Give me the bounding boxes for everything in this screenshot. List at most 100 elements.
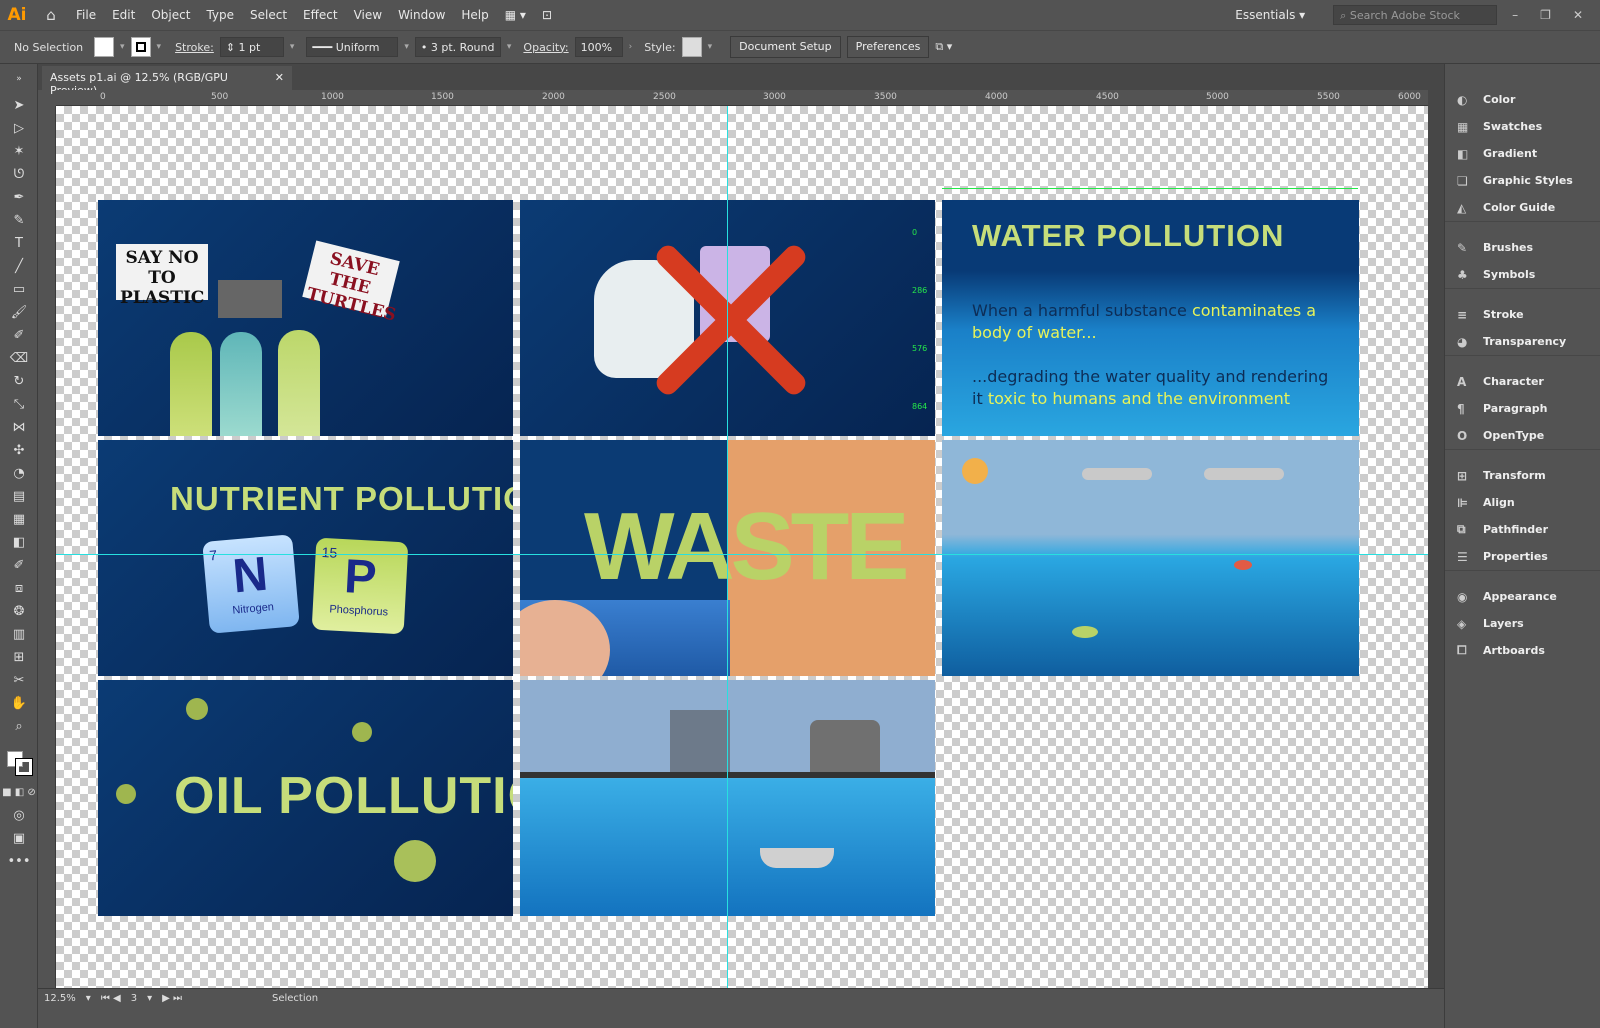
panel-character[interactable]: A Character — [1445, 368, 1600, 395]
graphic-style-swatch[interactable] — [681, 37, 702, 57]
minimize-icon[interactable]: – — [1505, 8, 1525, 22]
horizontal-guide[interactable] — [56, 554, 1428, 555]
paintbrush-tool-icon[interactable]: 🖌 — [0, 301, 38, 324]
screen-mode-icon[interactable]: ▣ — [0, 827, 38, 850]
panel-transform[interactable]: ⊞ Transform — [1445, 462, 1600, 489]
graph-tool-icon[interactable]: ▥ — [0, 623, 38, 646]
opacity-field[interactable]: 100% — [574, 37, 623, 57]
lasso-tool-icon[interactable]: ᘎ — [0, 163, 38, 186]
panel-pathfinder[interactable]: ⧉ Pathfinder — [1445, 516, 1600, 543]
rectangle-tool-icon[interactable]: ▭ — [0, 278, 38, 301]
stroke-label[interactable]: Stroke: — [175, 41, 214, 54]
panel-align[interactable]: ⊫ Align — [1445, 489, 1600, 516]
menu-select[interactable]: Select — [242, 0, 295, 30]
opacity-label[interactable]: Opacity: — [523, 41, 568, 54]
preferences-button[interactable]: Preferences — [846, 36, 930, 58]
menu-window[interactable]: Window — [390, 0, 453, 30]
artboard-protest[interactable]: SAY NO TO PLASTIC SAVE THE TURTLES — [98, 200, 513, 436]
symbol-sprayer-tool-icon[interactable]: ❂ — [0, 600, 38, 623]
collapse-panels-icon[interactable] — [1445, 64, 1600, 86]
artboard-nutrient-pollution[interactable]: NUTRIENT POLLUTION 7 N Nitrogen 15 P Pho… — [98, 440, 513, 676]
gpu-performance-icon[interactable]: ⊡ — [534, 0, 560, 30]
panel-graphic-styles[interactable]: ❏ Graphic Styles — [1445, 167, 1600, 194]
stroke-weight-field[interactable]: ⇕ 1 pt — [219, 37, 284, 57]
menu-type[interactable]: Type — [198, 0, 242, 30]
brush-definition[interactable]: • 3 pt. Round — [414, 37, 501, 57]
magic-wand-tool-icon[interactable]: ✶ — [0, 140, 38, 163]
document-setup-button[interactable]: Document Setup — [730, 36, 841, 58]
mesh-tool-icon[interactable]: ▦ — [0, 508, 38, 531]
menu-effect[interactable]: Effect — [295, 0, 346, 30]
panel-artboards[interactable]: ⧠ Artboards — [1445, 637, 1600, 664]
panel-color-guide[interactable]: ◭ Color Guide — [1445, 194, 1600, 221]
artboard-tool-icon[interactable]: ⊞ — [0, 646, 38, 669]
artboard-number[interactable]: 3 — [131, 993, 137, 1004]
chevron-down-icon[interactable]: ▾ — [507, 42, 512, 52]
menu-view[interactable]: View — [346, 0, 390, 30]
chevron-right-icon[interactable]: › — [629, 42, 633, 52]
menu-file[interactable]: File — [68, 0, 104, 30]
draw-mode-icon[interactable]: ◎ — [0, 804, 38, 827]
vertical-scrollbar[interactable] — [1428, 90, 1444, 988]
curvature-tool-icon[interactable]: ✎ — [0, 209, 38, 232]
panel-swatches[interactable]: ▦ Swatches — [1445, 113, 1600, 140]
chevron-down-icon[interactable]: ▾ — [157, 42, 162, 52]
rotate-tool-icon[interactable]: ↻ — [0, 370, 38, 393]
color-mode-icons[interactable]: ■ ◧ ⊘ — [0, 781, 38, 804]
panel-stroke[interactable]: ≡ Stroke — [1445, 301, 1600, 328]
artboard-nav-first-icon[interactable]: ⏮ ◀ — [101, 993, 121, 1004]
slice-tool-icon[interactable]: ✂ — [0, 669, 38, 692]
close-icon[interactable]: ✕ — [1566, 8, 1590, 22]
align-options-icon[interactable]: ⧉ ▾ — [935, 40, 952, 54]
artboard-water-pollution[interactable]: WATER POLLUTION When a harmful substance… — [942, 200, 1359, 436]
zoom-level[interactable]: 12.5% — [44, 993, 76, 1004]
line-tool-icon[interactable]: ╱ — [0, 255, 38, 278]
fill-stroke-icon[interactable] — [0, 741, 38, 781]
document-tab[interactable]: Assets p1.ai @ 12.5% (RGB/GPU Preview)✕ — [42, 66, 292, 97]
panel-gradient[interactable]: ◧ Gradient — [1445, 140, 1600, 167]
expand-toolbar-icon[interactable]: » — [0, 64, 38, 94]
type-tool-icon[interactable]: T — [0, 232, 38, 255]
width-tool-icon[interactable]: ⋈ — [0, 416, 38, 439]
panel-transparency[interactable]: ◕ Transparency — [1445, 328, 1600, 355]
chevron-down-icon[interactable]: ▾ — [86, 993, 91, 1004]
pen-tool-icon[interactable]: ✒ — [0, 186, 38, 209]
panel-symbols[interactable]: ♣ Symbols — [1445, 261, 1600, 288]
vertical-guide[interactable] — [727, 106, 728, 988]
direct-selection-tool-icon[interactable]: ▷ — [0, 117, 38, 140]
chevron-down-icon[interactable]: ▾ — [290, 42, 295, 52]
restore-icon[interactable]: ❐ — [1533, 8, 1558, 22]
eyedropper-tool-icon[interactable]: ✐ — [0, 554, 38, 577]
artboard-nav-last-icon[interactable]: ▶ ⏭ — [162, 993, 182, 1004]
chevron-down-icon[interactable]: ▾ — [120, 42, 125, 52]
artboard-oil-pollution[interactable]: OIL POLLUTION — [98, 680, 513, 916]
canvas[interactable]: SAY NO TO PLASTIC SAVE THE TURTLES WATER… — [56, 106, 1428, 988]
shaper-tool-icon[interactable]: ✐ — [0, 324, 38, 347]
fill-swatch[interactable] — [94, 37, 114, 57]
stroke-swatch[interactable] — [130, 37, 151, 57]
variable-width-profile[interactable]: ━━━ Uniform — [306, 37, 399, 57]
menu-help[interactable]: Help — [453, 0, 496, 30]
panel-color[interactable]: ◐ Color — [1445, 86, 1600, 113]
perspective-grid-tool-icon[interactable]: ▤ — [0, 485, 38, 508]
chevron-down-icon[interactable]: ▾ — [147, 993, 152, 1004]
panel-layers[interactable]: ◈ Layers — [1445, 610, 1600, 637]
chevron-down-icon[interactable]: ▾ — [404, 42, 409, 52]
scale-tool-icon[interactable]: ⤡ — [0, 393, 38, 416]
close-tab-icon[interactable]: ✕ — [275, 71, 284, 85]
home-icon[interactable]: ⌂ — [34, 6, 68, 24]
eraser-tool-icon[interactable]: ⌫ — [0, 347, 38, 370]
panel-properties[interactable]: ☰ Properties — [1445, 543, 1600, 570]
panel-paragraph[interactable]: ¶ Paragraph — [1445, 395, 1600, 422]
blend-tool-icon[interactable]: ⧈ — [0, 577, 38, 600]
shape-builder-tool-icon[interactable]: ◔ — [0, 462, 38, 485]
arrange-documents-icon[interactable]: ▦ ▾ — [497, 0, 534, 30]
panel-opentype[interactable]: O OpenType — [1445, 422, 1600, 449]
gradient-tool-icon[interactable]: ◧ — [0, 531, 38, 554]
chevron-down-icon[interactable]: ▾ — [708, 42, 713, 52]
selection-tool-icon[interactable]: ➤ — [0, 94, 38, 117]
panel-brushes[interactable]: ✎ Brushes — [1445, 234, 1600, 261]
search-stock-input[interactable]: ⌕ Search Adobe Stock — [1333, 5, 1498, 25]
more-tools-icon[interactable]: ••• — [0, 850, 38, 873]
menu-edit[interactable]: Edit — [104, 0, 143, 30]
